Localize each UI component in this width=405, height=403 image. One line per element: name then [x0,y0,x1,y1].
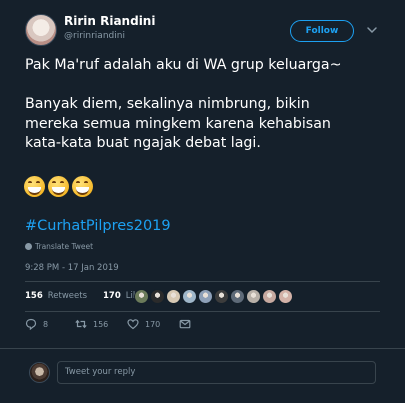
retweets-label[interactable]: Retweets [48,291,87,301]
grinning-face-icon [72,176,93,197]
liker-avatars [134,289,293,304]
reply-icon [25,318,37,330]
grinning-face-icon [48,176,69,197]
current-user-avatar [29,362,50,383]
reply-action[interactable]: 8 [25,318,75,330]
liker-avatar[interactable] [198,289,213,304]
translate-label: Translate Tweet [35,242,94,251]
like-action[interactable]: 170 [127,318,179,330]
user-avatar[interactable] [25,14,57,46]
retweets-count[interactable]: 156 [25,291,43,301]
chevron-down-icon[interactable] [366,24,378,36]
tweet-card: Ririn Riandini @ririnriandini Follow Pak… [0,0,405,403]
tweet-actions: 8 156 170 [25,318,191,330]
globe-icon [25,243,32,250]
liker-avatar[interactable] [134,289,149,304]
user-name[interactable]: Ririn Riandini [64,14,155,28]
emoji-row [24,176,93,197]
liker-avatar[interactable] [166,289,181,304]
liker-avatar[interactable] [278,289,293,304]
heart-icon [127,319,139,330]
divider [25,281,380,282]
likes-count[interactable]: 170 [103,291,121,301]
tweet-text: Pak Ma'ruf adalah aku di WA grup keluarg… [25,57,342,151]
retweet-count: 156 [93,319,109,329]
like-count: 170 [145,319,161,329]
hashtag-link[interactable]: #CurhatPilpres2019 [25,218,171,234]
liker-avatar[interactable] [214,289,229,304]
user-handle[interactable]: @ririnriandini [64,31,125,41]
liker-avatar[interactable] [246,289,261,304]
envelope-icon [179,319,191,329]
liker-avatar[interactable] [150,289,165,304]
liker-avatar[interactable] [182,289,197,304]
direct-message-action[interactable] [179,318,191,330]
reply-input[interactable]: Tweet your reply [57,361,376,384]
retweet-action[interactable]: 156 [75,318,127,330]
divider [0,348,405,349]
translate-tweet-link[interactable]: Translate Tweet [25,242,93,251]
liker-avatar[interactable] [262,289,277,304]
reply-count: 8 [43,319,49,329]
retweet-icon [75,319,87,329]
engagement-stats: 156 Retweets 170 Likes [25,291,147,301]
divider [25,311,380,312]
grinning-face-icon [24,176,45,197]
tweet-timestamp[interactable]: 9:28 PM - 17 Jan 2019 [25,263,119,273]
follow-button[interactable]: Follow [290,20,354,42]
liker-avatar[interactable] [230,289,245,304]
